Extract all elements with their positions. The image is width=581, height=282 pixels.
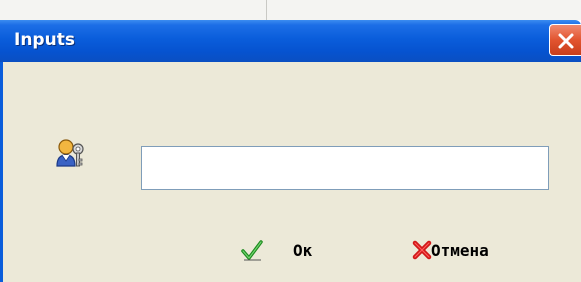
input-field[interactable] xyxy=(141,146,549,190)
title-bar[interactable]: Inputs xyxy=(0,20,581,62)
close-icon xyxy=(558,33,574,49)
cancel-button[interactable]: Отмена xyxy=(407,230,489,270)
dialog-body: Ок Отмена xyxy=(0,62,581,282)
ok-button[interactable]: Ок xyxy=(235,230,312,270)
background-window-strip xyxy=(0,0,581,20)
green-check-icon xyxy=(241,240,263,261)
inputs-dialog: Inputs Ок Отмена xyxy=(0,20,581,282)
ok-label: Ок xyxy=(293,240,313,260)
red-x-icon xyxy=(412,240,432,260)
dialog-title: Inputs xyxy=(14,30,75,50)
cancel-label: Отмена xyxy=(431,240,489,260)
close-button[interactable] xyxy=(549,24,581,56)
user-key-icon xyxy=(56,139,84,167)
window-divider xyxy=(266,0,267,20)
